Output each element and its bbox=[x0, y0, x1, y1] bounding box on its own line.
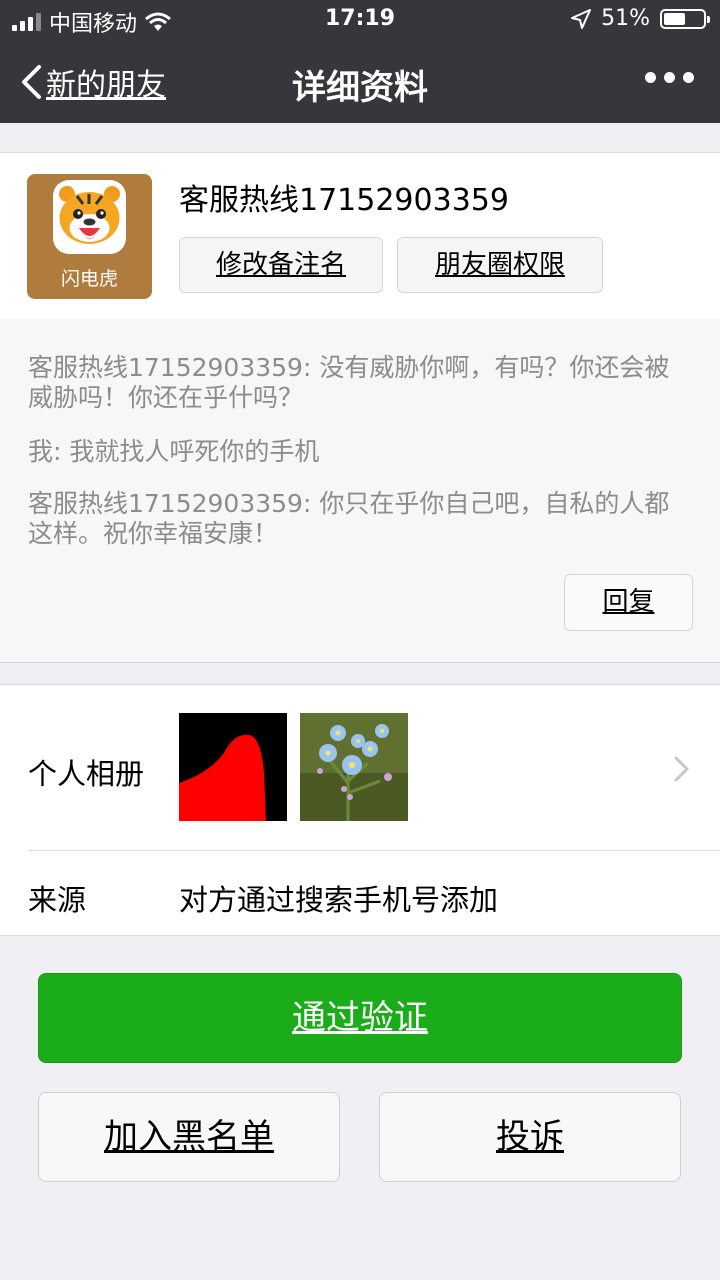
reply-button[interactable]: 回复 bbox=[564, 574, 693, 631]
moments-permission-button[interactable]: 朋友圈权限 bbox=[397, 237, 603, 293]
chevron-right-icon[interactable] bbox=[670, 755, 692, 783]
page-title: 详细资料 bbox=[292, 68, 428, 108]
battery-percent: 51% bbox=[601, 6, 650, 31]
album-photo-red-image bbox=[179, 713, 287, 821]
message-item: 客服热线17152903359: 你只在乎你自己吧，自私的人都这样。祝你幸福安康… bbox=[28, 489, 670, 548]
top-bar: 中国移动 17:19 51% 新的朋友 详细资料 bbox=[0, 0, 720, 123]
profile-card: 闪电虎 客服热线17152903359 修改备注名 朋友圈权限 bbox=[0, 152, 720, 320]
message-item: 客服热线17152903359: 没有威胁你啊，有吗？你还会被威胁吗！你还在乎什… bbox=[28, 353, 670, 412]
add-to-blacklist-button[interactable]: 加入黑名单 bbox=[38, 1092, 340, 1182]
avatar[interactable]: 闪电虎 bbox=[27, 174, 152, 299]
info-group: 个人相册 来源 对方通过搜索手机号添加 bbox=[0, 684, 720, 936]
location-arrow-icon bbox=[571, 8, 592, 29]
source-label: 来源 bbox=[28, 883, 87, 917]
status-right: 51% bbox=[571, 6, 710, 31]
verification-messages: 客服热线17152903359: 没有威胁你啊，有吗？你还会被威胁吗！你还在乎什… bbox=[0, 319, 720, 663]
battery-icon bbox=[660, 8, 710, 29]
row-divider bbox=[28, 850, 720, 851]
album-photo[interactable] bbox=[179, 713, 287, 821]
status-bar: 中国移动 17:19 51% bbox=[0, 0, 720, 40]
contact-name: 客服热线17152903359 bbox=[179, 183, 509, 218]
more-icon[interactable] bbox=[645, 72, 694, 83]
report-button[interactable]: 投诉 bbox=[379, 1092, 681, 1182]
message-item: 我: 我就找人呼死你的手机 bbox=[28, 437, 320, 466]
album-photo-flowers-image bbox=[300, 713, 408, 821]
nav-bar: 新的朋友 详细资料 bbox=[0, 40, 720, 123]
tiger-logo-icon bbox=[53, 180, 126, 254]
edit-remark-button[interactable]: 修改备注名 bbox=[179, 237, 383, 293]
album-photo[interactable] bbox=[300, 713, 408, 821]
avatar-label: 闪电虎 bbox=[60, 268, 118, 290]
source-value: 对方通过搜索手机号添加 bbox=[179, 883, 499, 917]
album-label: 个人相册 bbox=[28, 757, 145, 791]
approve-button[interactable]: 通过验证 bbox=[38, 973, 682, 1063]
